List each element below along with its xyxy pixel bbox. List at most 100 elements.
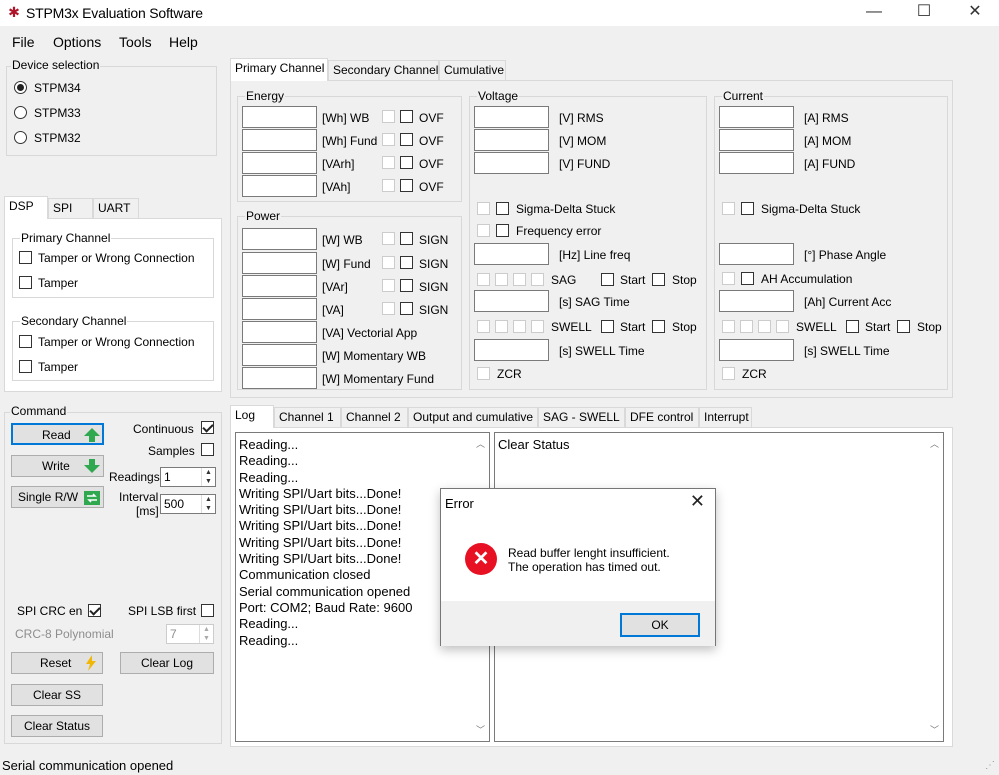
swell-time-field[interactable] [474,339,549,361]
dialog-close-icon[interactable]: ✕ [690,491,705,512]
voltage-mom-field[interactable] [474,129,549,151]
dsp-secondary-tamper-wrong-checkbox[interactable] [19,335,32,348]
crc-poly-stepper[interactable]: 7 ▲ ▼ [166,624,214,644]
radio-stpm34-label: STPM34 [34,81,81,95]
tab-cumulative[interactable]: Cumulative [439,60,506,81]
current-sigma-checkbox[interactable] [741,202,754,215]
stepper-arrows-icon[interactable]: ▲ ▼ [199,625,213,643]
energy-varh-field[interactable] [242,152,317,174]
tab-secondary-channel[interactable]: Secondary Channel [328,60,439,81]
power-var-field[interactable] [242,275,317,297]
energy-ovf-checkbox[interactable] [400,110,413,123]
clear-status-button[interactable]: Clear Status [11,715,103,737]
window-title: STPM3x Evaluation Software [26,5,203,21]
dsp-secondary-tamper-checkbox[interactable] [19,360,32,373]
maximize-button[interactable]: ☐ [901,0,947,26]
scroll-up-icon[interactable]: ︿ [926,436,943,452]
current-swell-time-field[interactable] [719,339,794,361]
power-va-field[interactable] [242,298,317,320]
clear-log-button[interactable]: Clear Log [120,652,214,674]
current-rms-field[interactable] [719,106,794,128]
menu-file[interactable]: File [12,34,35,50]
energy-ovf-checkbox[interactable] [400,133,413,146]
power-momentary-fund-field[interactable] [242,367,317,389]
tab-channel-2[interactable]: Channel 2 [341,407,408,428]
close-button[interactable]: ✕ [952,0,998,26]
voltage-fund-field[interactable] [474,152,549,174]
ah-acc-checkbox[interactable] [741,272,754,285]
clear-ss-button[interactable]: Clear SS [11,684,103,706]
sag-start-checkbox[interactable] [601,273,614,286]
scroll-down-icon[interactable]: ﹀ [472,722,489,738]
continuous-label: Continuous [133,422,194,436]
current-acc-field[interactable] [719,290,794,312]
tab-output-cumulative[interactable]: Output and cumulative [408,407,538,428]
power-momentary-wb-field[interactable] [242,344,317,366]
menu-options[interactable]: Options [53,34,101,50]
radio-stpm33[interactable] [14,106,27,119]
interval-stepper[interactable]: 500 ▲ ▼ [160,494,216,514]
sag-stop-checkbox[interactable] [652,273,665,286]
current-fund-field[interactable] [719,152,794,174]
voltage-line-freq-field[interactable] [474,243,549,265]
tab-uart[interactable]: UART [93,198,139,219]
power-sign-checkbox[interactable] [400,302,413,315]
log-line: Reading... [239,453,299,469]
tab-spi[interactable]: SPI [48,198,93,219]
current-swell-start-label: Start [865,320,891,334]
resize-grip-icon[interactable]: ⋰ [985,760,995,771]
stepper-arrows-icon[interactable]: ▲ ▼ [201,468,215,486]
power-w-wb-field[interactable] [242,228,317,250]
power-sign-checkbox[interactable] [400,256,413,269]
ok-button[interactable]: OK [620,613,700,637]
current-swell-stop-checkbox[interactable] [897,320,910,333]
menu-tools[interactable]: Tools [119,34,152,50]
energy-wh-wb-field[interactable] [242,106,317,128]
energy-vah-field[interactable] [242,175,317,197]
energy-ovf-checkbox[interactable] [400,179,413,192]
tab-sag-swell[interactable]: SAG - SWELL [538,407,625,428]
radio-stpm32[interactable] [14,131,27,144]
swell-stop-checkbox[interactable] [652,320,665,333]
samples-label: Samples [148,444,195,458]
menu-help[interactable]: Help [169,34,198,50]
swell-start-checkbox[interactable] [601,320,614,333]
tab-log[interactable]: Log [230,405,274,428]
spi-crc-checkbox[interactable] [88,604,101,617]
current-mom-field[interactable] [719,129,794,151]
power-sign-checkbox[interactable] [400,232,413,245]
voltage-sigma-checkbox[interactable] [496,202,509,215]
scroll-down-icon[interactable]: ﹀ [926,722,943,738]
tab-dsp[interactable]: DSP [4,196,48,219]
readings-stepper[interactable]: 1 ▲ ▼ [160,467,216,487]
status-scrollbar[interactable]: ︿ ﹀ [926,433,943,741]
dsp-primary-tamper-checkbox[interactable] [19,276,32,289]
continuous-checkbox[interactable] [201,421,214,434]
energy-ovf-checkbox[interactable] [400,156,413,169]
power-vectorial-field[interactable] [242,321,317,343]
scroll-up-icon[interactable]: ︿ [472,436,489,452]
power-sign-label: SIGN [419,257,449,271]
tab-channel-1[interactable]: Channel 1 [274,407,341,428]
minimize-button[interactable]: — [851,0,897,26]
voltage-freq-err-checkbox[interactable] [496,224,509,237]
stepper-arrows-icon[interactable]: ▲ ▼ [201,495,215,513]
interval-unit: [ms] [136,504,159,518]
samples-checkbox[interactable] [201,443,214,456]
energy-wh-fund-field[interactable] [242,129,317,151]
tab-interrupt[interactable]: Interrupt [699,407,752,428]
current-swell-led [758,320,771,333]
spi-lsb-checkbox[interactable] [201,604,214,617]
dsp-primary-tamper-wrong-checkbox[interactable] [19,251,32,264]
tab-dfe-control[interactable]: DFE control [625,407,699,428]
current-swell-start-checkbox[interactable] [846,320,859,333]
power-w-fund-field[interactable] [242,252,317,274]
tab-primary-channel[interactable]: Primary Channel [230,58,328,81]
radio-stpm34[interactable] [14,81,27,94]
phase-angle-field[interactable] [719,243,794,265]
power-sign-label: SIGN [419,280,449,294]
voltage-rms-field[interactable] [474,106,549,128]
power-sign-checkbox[interactable] [400,279,413,292]
sag-time-field[interactable] [474,290,549,312]
current-sigma-label: Sigma-Delta Stuck [761,202,861,216]
